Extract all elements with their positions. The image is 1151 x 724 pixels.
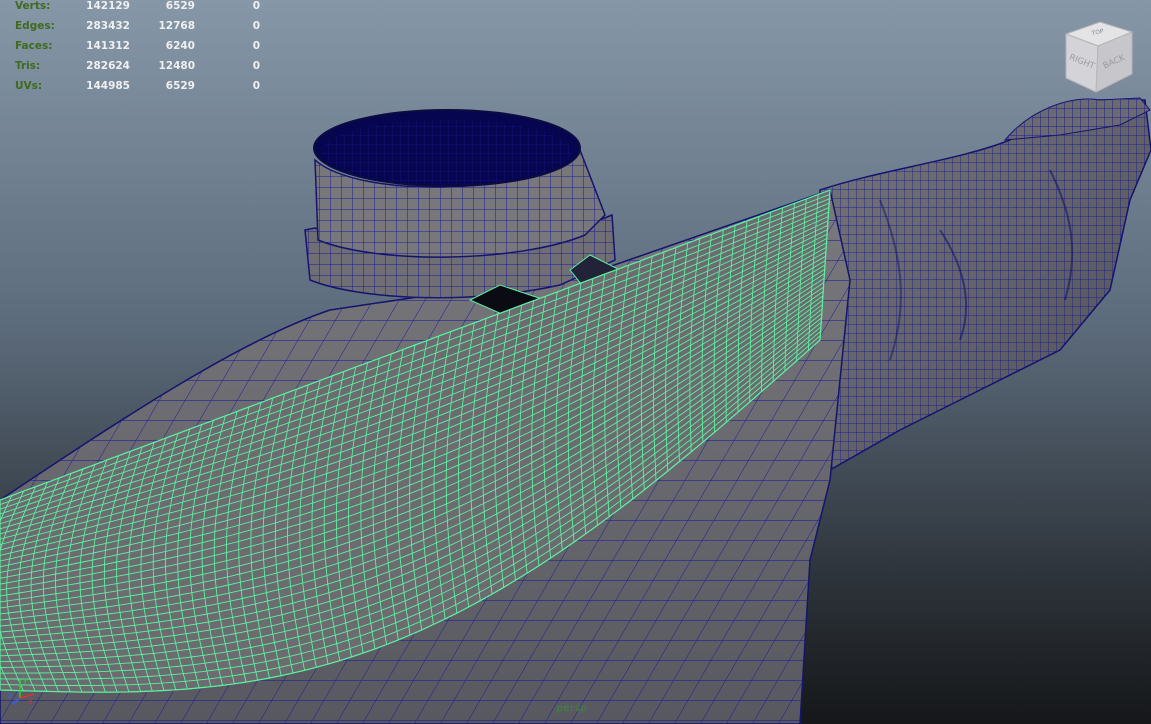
scene-canvas[interactable] (0, 0, 1151, 724)
hud-value: 0 (252, 40, 260, 52)
hud-value: 6529 (165, 0, 195, 12)
hud-value: 0 (252, 80, 260, 92)
hud-row-faces: Faces: 141312 6240 0 (15, 40, 275, 60)
hud-row-edges: Edges: 283432 12768 0 (15, 20, 275, 40)
hud-value: 0 (252, 60, 260, 72)
hud-value: 6240 (165, 40, 195, 52)
hud-value: 283432 (86, 20, 130, 32)
axis-y-label: y (23, 675, 28, 684)
hud-label: Tris: (15, 60, 41, 72)
view-cube[interactable]: TOP RIGHT BACK (1060, 18, 1136, 96)
hud-value: 0 (252, 0, 260, 12)
hud-value: 142129 (86, 0, 130, 12)
viewport-3d[interactable]: Verts: 142129 6529 0 Edges: 283432 12768… (0, 0, 1151, 724)
camera-name-label: persp (556, 703, 588, 714)
hud-value: 141312 (86, 40, 130, 52)
hud-row-uvs: UVs: 144985 6529 0 (15, 80, 275, 100)
axis-gizmo: y x z (8, 675, 35, 706)
sleeve-mesh[interactable] (809, 97, 1151, 472)
hud-value: 282624 (86, 60, 130, 72)
axis-z-line (11, 697, 21, 705)
poly-count-hud: Verts: 142129 6529 0 Edges: 283432 12768… (15, 0, 275, 100)
hud-value: 6529 (165, 80, 195, 92)
hud-row-tris: Tris: 282624 12480 0 (15, 60, 275, 80)
hud-value: 144985 (86, 80, 130, 92)
hud-label: Faces: (15, 40, 53, 52)
hud-value: 0 (252, 20, 260, 32)
hud-value: 12480 (158, 60, 195, 72)
hud-value: 12768 (158, 20, 195, 32)
hud-row-verts: Verts: 142129 6529 0 (15, 0, 275, 20)
axis-x-label: x (28, 697, 33, 706)
axis-z-label: z (8, 691, 12, 700)
hud-label: Edges: (15, 20, 55, 32)
hud-label: Verts: (15, 0, 51, 12)
hud-label: UVs: (15, 80, 43, 92)
